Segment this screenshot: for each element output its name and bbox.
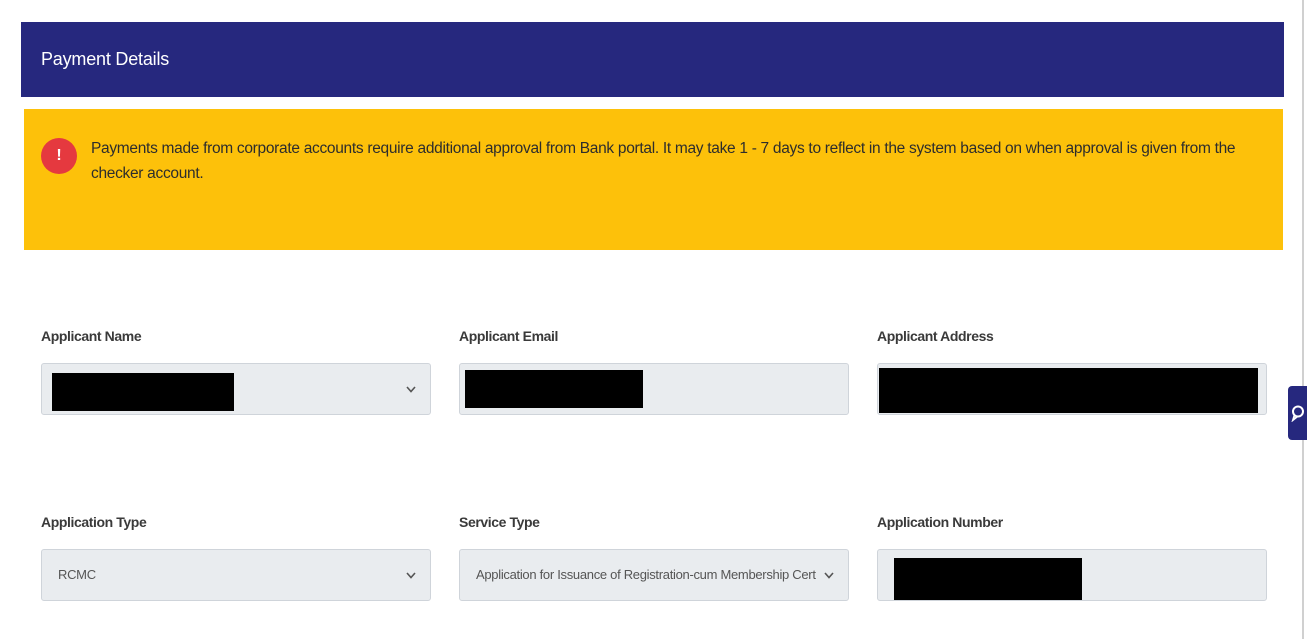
approval-alert: ! Payments made from corporate accounts … bbox=[24, 109, 1283, 250]
applicant-name-label: Applicant Name bbox=[41, 328, 142, 344]
application-type-label: Application Type bbox=[41, 514, 147, 530]
redacted-applicant-address bbox=[879, 368, 1258, 413]
application-type-value: RCMC bbox=[58, 567, 96, 582]
applicant-address-label: Applicant Address bbox=[877, 328, 994, 344]
application-number-label: Application Number bbox=[877, 514, 1003, 530]
chat-button[interactable] bbox=[1288, 386, 1307, 440]
applicant-address-field[interactable] bbox=[877, 363, 1267, 415]
redacted-application-number bbox=[894, 558, 1082, 600]
service-type-value: Application for Issuance of Registration… bbox=[476, 567, 816, 582]
chevron-down-icon bbox=[824, 550, 834, 600]
redacted-applicant-name bbox=[52, 373, 234, 411]
exclamation-icon: ! bbox=[41, 138, 77, 174]
applicant-email-label: Applicant Email bbox=[459, 328, 559, 344]
service-type-label: Service Type bbox=[459, 514, 540, 530]
page-title: Payment Details bbox=[41, 49, 170, 69]
alert-message: Payments made from corporate accounts re… bbox=[91, 140, 1236, 182]
payment-details-card: Payment Details ! Payments made from cor… bbox=[21, 22, 1284, 639]
page-scrollbar[interactable] bbox=[1302, 0, 1304, 639]
applicant-email-field[interactable] bbox=[459, 363, 849, 415]
applicant-name-select[interactable] bbox=[41, 363, 431, 415]
application-type-select[interactable]: RCMC bbox=[41, 549, 431, 601]
application-number-field[interactable] bbox=[877, 549, 1267, 601]
chevron-down-icon bbox=[406, 550, 416, 600]
chevron-down-icon bbox=[406, 364, 416, 414]
chat-icon bbox=[1290, 405, 1304, 422]
redacted-applicant-email bbox=[465, 370, 643, 408]
card-header: Payment Details bbox=[21, 22, 1284, 97]
service-type-select[interactable]: Application for Issuance of Registration… bbox=[459, 549, 849, 601]
